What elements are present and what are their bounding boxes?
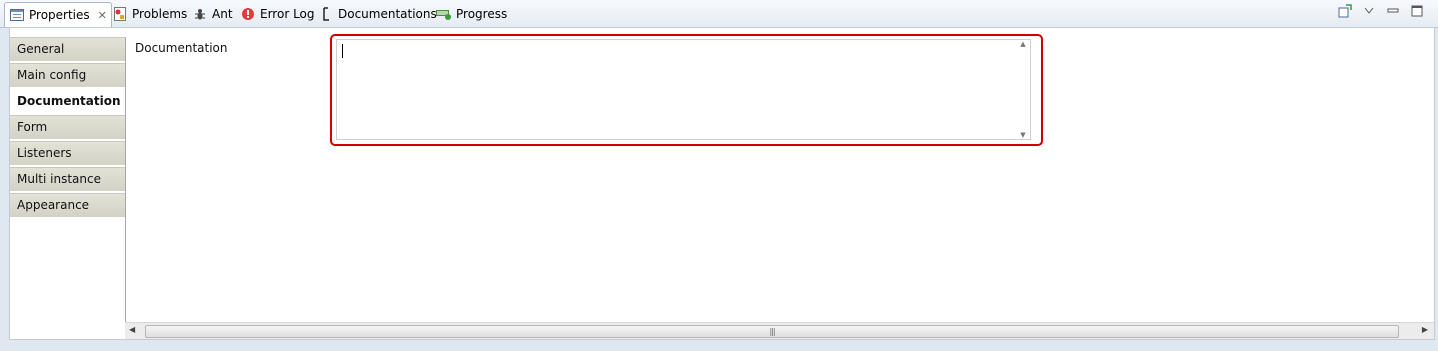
documentation-highlight: ▲ ▼ bbox=[330, 34, 1043, 146]
horizontal-scrollbar[interactable]: ◀ ||| ▶ bbox=[125, 322, 1434, 339]
documentation-textarea[interactable]: ▲ ▼ bbox=[336, 39, 1031, 140]
properties-icon bbox=[9, 7, 25, 23]
scrollbar-thumb[interactable]: ||| bbox=[145, 325, 1399, 338]
tab-label: Progress bbox=[456, 7, 508, 21]
tab-label: Problems bbox=[132, 7, 188, 21]
tab-properties[interactable]: Properties ✕ bbox=[4, 2, 112, 27]
tab-ant[interactable]: Ant bbox=[192, 3, 233, 25]
tab-problems[interactable]: Problems bbox=[112, 3, 187, 25]
properties-sidebar: General Main config Documentation Form L… bbox=[10, 37, 126, 339]
sidebar-item-form[interactable]: Form bbox=[10, 115, 125, 141]
view-toolbar bbox=[1338, 4, 1424, 18]
scroll-down-icon[interactable]: ▼ bbox=[1020, 131, 1025, 139]
sidebar-item-main-config[interactable]: Main config bbox=[10, 63, 125, 89]
sidebar-item-general[interactable]: General bbox=[10, 37, 125, 63]
view-menu-icon[interactable] bbox=[1362, 4, 1376, 18]
minimize-icon[interactable] bbox=[1386, 4, 1400, 18]
tab-label: Error Log bbox=[260, 7, 315, 21]
scroll-up-icon[interactable]: ▲ bbox=[1020, 40, 1025, 48]
scroll-right-icon[interactable]: ▶ bbox=[1422, 325, 1428, 334]
scroll-left-icon[interactable]: ◀ bbox=[129, 325, 135, 334]
progress-icon bbox=[436, 6, 452, 22]
pin-icon[interactable] bbox=[1338, 4, 1352, 18]
grip-icon: ||| bbox=[769, 327, 775, 336]
error-log-icon bbox=[240, 6, 256, 22]
tab-label: Properties bbox=[29, 8, 90, 22]
tab-error-log[interactable]: Error Log bbox=[240, 3, 315, 25]
documentation-label: Documentation bbox=[135, 41, 228, 55]
text-caret bbox=[342, 44, 343, 58]
tab-label: Ant bbox=[212, 7, 233, 21]
tab-label: Documentations bbox=[338, 7, 437, 21]
maximize-icon[interactable] bbox=[1410, 4, 1424, 18]
ant-icon bbox=[192, 6, 208, 22]
tab-documentations[interactable]: Documentations bbox=[318, 3, 437, 25]
view-tab-bar: Properties ✕ Problems Ant Error Log Docu… bbox=[0, 0, 1438, 28]
close-icon[interactable]: ✕ bbox=[98, 9, 107, 22]
properties-panel: General Main config Documentation Form L… bbox=[9, 27, 1435, 340]
sidebar-item-multi-instance[interactable]: Multi instance bbox=[10, 167, 125, 193]
sidebar-item-appearance[interactable]: Appearance bbox=[10, 193, 125, 219]
documentations-icon bbox=[318, 6, 334, 22]
documentation-vertical-scrollbar[interactable]: ▲ ▼ bbox=[1016, 40, 1030, 139]
problems-icon bbox=[112, 6, 128, 22]
sidebar-item-listeners[interactable]: Listeners bbox=[10, 141, 125, 167]
tab-progress[interactable]: Progress bbox=[436, 3, 507, 25]
sidebar-item-documentation[interactable]: Documentation bbox=[10, 89, 125, 115]
